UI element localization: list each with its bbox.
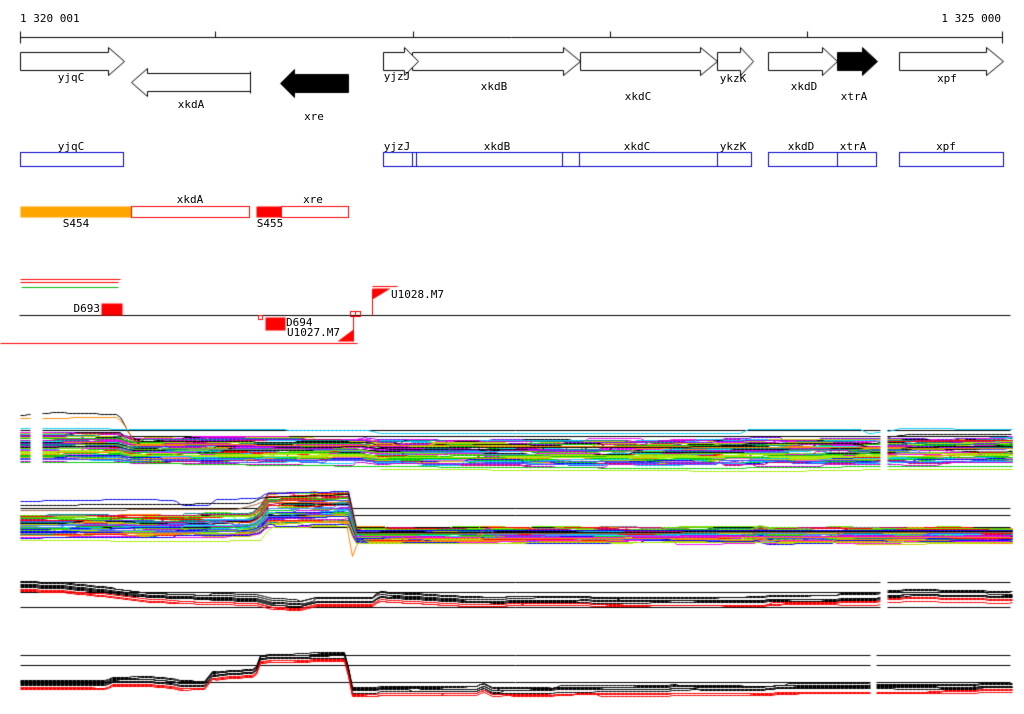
cds-label-ykzK[interactable]: ykzK bbox=[720, 141, 747, 152]
gene-label-xkdC[interactable]: xkdC bbox=[625, 91, 652, 102]
probe-label-U1027[interactable]: U1027.M7 bbox=[287, 327, 340, 338]
gene-label-xkdB[interactable]: xkdB bbox=[481, 81, 508, 92]
cds-label-xkdB[interactable]: xkdB bbox=[484, 141, 511, 152]
gene-label-yjqC[interactable]: yjqC bbox=[58, 72, 85, 83]
probe-label-D693[interactable]: D693 bbox=[74, 303, 101, 314]
gene-label-ykzK[interactable]: ykzK bbox=[720, 73, 747, 84]
cds-label-yjqC[interactable]: yjqC bbox=[58, 141, 85, 152]
cds-label-xkdD[interactable]: xkdD bbox=[788, 141, 815, 152]
gene-label-xre[interactable]: xre bbox=[304, 111, 324, 122]
gene-label-xkdA[interactable]: xkdA bbox=[178, 99, 205, 110]
cds-label-xtrA[interactable]: xtrA bbox=[840, 141, 867, 152]
feature-label-xkdA[interactable]: xkdA bbox=[177, 194, 204, 205]
segment-label-S454[interactable]: S454 bbox=[63, 218, 90, 229]
ruler-start-label: 1 320 001 bbox=[20, 12, 80, 25]
cds-label-yjzJ[interactable]: yjzJ bbox=[384, 141, 411, 152]
cds-label-xkdC[interactable]: xkdC bbox=[624, 141, 651, 152]
cds-label-xpf[interactable]: xpf bbox=[936, 141, 956, 152]
feature-label-xre[interactable]: xre bbox=[303, 194, 323, 205]
tracks-canvas[interactable] bbox=[0, 0, 1024, 714]
probe-label-U1028[interactable]: U1028.M7 bbox=[391, 289, 444, 300]
gene-label-yjzJ[interactable]: yjzJ bbox=[384, 71, 411, 82]
gene-label-xpf[interactable]: xpf bbox=[937, 73, 957, 84]
gene-label-xkdD[interactable]: xkdD bbox=[791, 81, 818, 92]
ruler-end-label: 1 325 000 bbox=[941, 12, 1001, 25]
segment-label-S455[interactable]: S455 bbox=[257, 218, 284, 229]
gene-label-xtrA[interactable]: xtrA bbox=[841, 91, 868, 102]
genome-browser: 1 320 001 1 325 000 yjqC xkdA xre yjzJ xkdB xkd… bbox=[0, 0, 1024, 714]
